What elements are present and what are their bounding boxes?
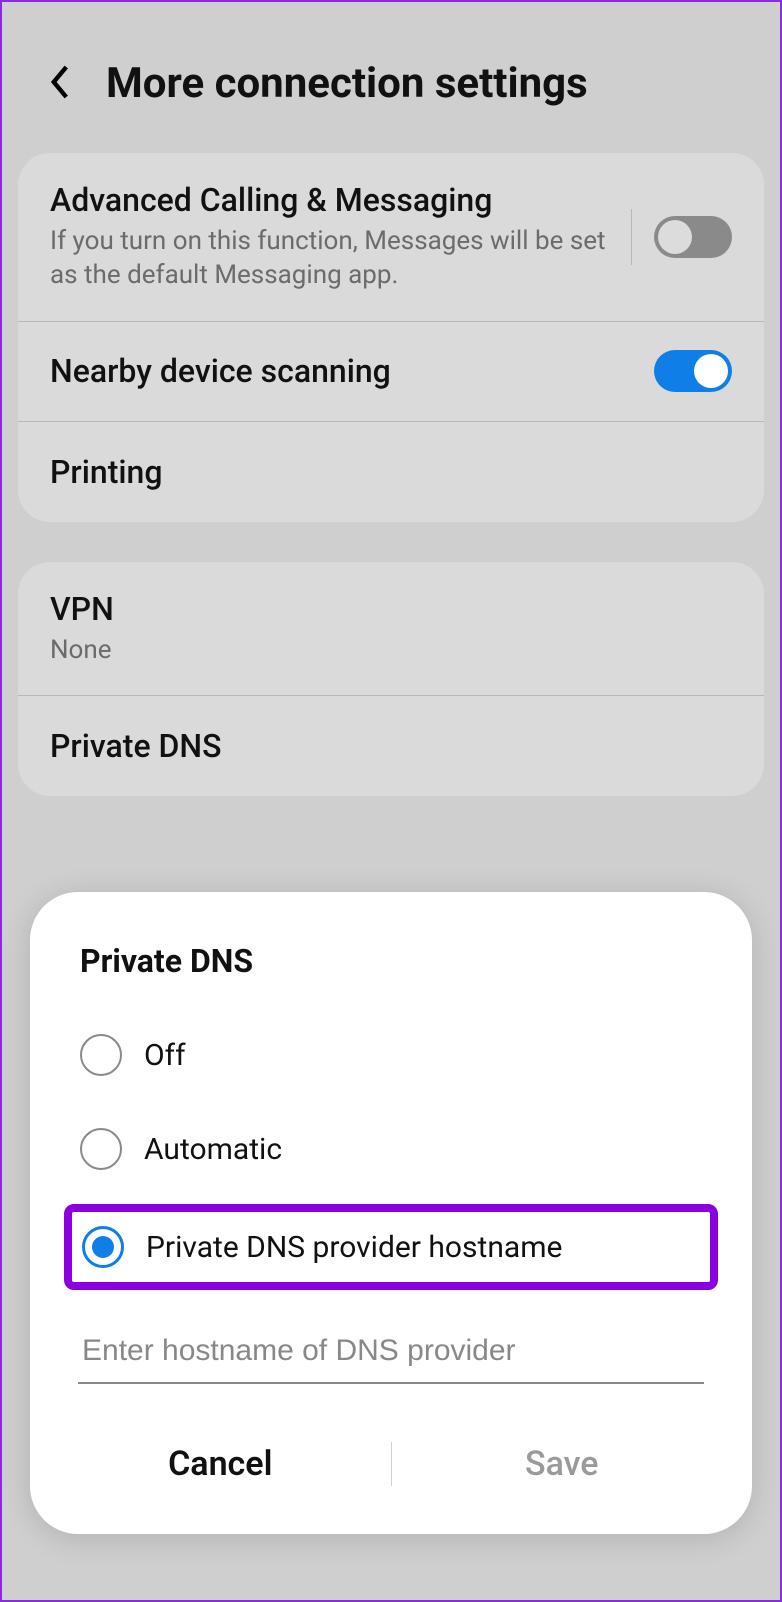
- advanced-calling-sub: If you turn on this function, Messages w…: [50, 225, 613, 293]
- printing-title: Printing: [50, 453, 714, 491]
- radio-label: Automatic: [144, 1132, 282, 1167]
- row-advanced-calling[interactable]: Advanced Calling & Messaging If you turn…: [18, 153, 764, 322]
- nearby-scanning-toggle[interactable]: [654, 350, 732, 392]
- private-dns-title: Private DNS: [50, 727, 714, 765]
- row-private-dns[interactable]: Private DNS: [18, 696, 764, 796]
- radio-label: Private DNS provider hostname: [146, 1230, 562, 1265]
- back-icon[interactable]: [44, 62, 76, 106]
- advanced-calling-toggle[interactable]: [654, 216, 732, 258]
- row-nearby-scanning[interactable]: Nearby device scanning: [18, 322, 764, 422]
- radio-icon: [80, 1034, 122, 1076]
- hostname-input[interactable]: [78, 1320, 704, 1384]
- cancel-button[interactable]: Cancel: [50, 1424, 391, 1504]
- dialog-title: Private DNS: [30, 942, 752, 1008]
- nearby-scanning-title: Nearby device scanning: [50, 352, 636, 390]
- radio-option-automatic[interactable]: Automatic: [30, 1102, 752, 1196]
- vpn-title: VPN: [50, 590, 714, 628]
- radio-icon: [82, 1226, 124, 1268]
- advanced-calling-title: Advanced Calling & Messaging: [50, 181, 613, 219]
- vpn-sub: None: [50, 634, 714, 668]
- dialog-buttons: Cancel Save: [30, 1424, 752, 1504]
- settings-group-1: Advanced Calling & Messaging If you turn…: [18, 153, 764, 522]
- radio-label: Off: [144, 1038, 186, 1073]
- row-vpn[interactable]: VPN None: [18, 562, 764, 697]
- private-dns-dialog: Private DNS Off Automatic Private DNS pr…: [30, 892, 752, 1534]
- header: More connection settings: [4, 4, 778, 153]
- radio-option-off[interactable]: Off: [30, 1008, 752, 1102]
- settings-group-2: VPN None Private DNS: [18, 562, 764, 797]
- radio-icon: [80, 1128, 122, 1170]
- page-title: More connection settings: [106, 59, 588, 108]
- save-button[interactable]: Save: [392, 1424, 733, 1504]
- row-printing[interactable]: Printing: [18, 422, 764, 522]
- radio-option-hostname[interactable]: Private DNS provider hostname: [64, 1204, 718, 1290]
